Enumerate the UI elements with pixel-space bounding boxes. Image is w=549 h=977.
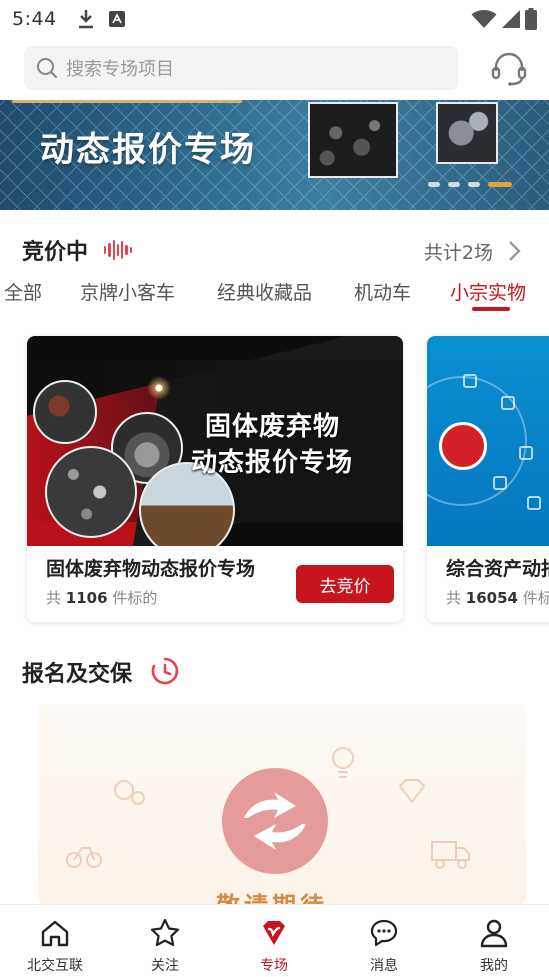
banner-dot[interactable] — [428, 182, 440, 187]
card-cover-image — [427, 336, 549, 546]
nav-follow[interactable]: 关注 — [110, 905, 220, 977]
banner-pagination — [428, 182, 512, 187]
exchange-logo-large — [222, 768, 328, 874]
app-screen: 5:44 搜索专场项目 动态报价专场 竞价中 共计2场 全部 京牌小客车 经典收… — [0, 0, 549, 977]
banner-dot-active[interactable] — [488, 182, 512, 187]
nav-messages-label: 消息 — [370, 958, 398, 974]
signup-header: 报名及交保 — [0, 654, 549, 690]
chevron-right-icon[interactable] — [507, 240, 521, 262]
cover-photo-circle — [45, 446, 137, 538]
asset-icon — [527, 496, 541, 510]
asset-icon — [493, 476, 507, 490]
message-icon — [370, 919, 398, 947]
nav-messages[interactable]: 消息 — [329, 905, 439, 977]
count-suffix: 件标的 — [522, 589, 549, 607]
category-tabs: 全部 京牌小客车 经典收藏品 机动车 小宗实物 — [0, 274, 549, 318]
headset-icon — [491, 52, 527, 86]
user-icon — [480, 919, 508, 948]
tab-collectibles[interactable]: 经典收藏品 — [217, 278, 312, 305]
card-title: 综合资产动拍 — [446, 558, 549, 580]
banner-title: 动态报价专场 — [40, 130, 256, 170]
count-value: 1106 — [65, 589, 108, 607]
status-time: 5:44 — [12, 8, 57, 30]
signup-title: 报名及交保 — [22, 662, 133, 687]
search-icon — [37, 58, 58, 79]
coming-soon-text: 敬请期待 — [216, 886, 328, 904]
home-icon — [41, 920, 69, 947]
search-placeholder: 搜索专场项目 — [66, 59, 174, 80]
nav-home[interactable]: 北交互联 — [0, 905, 110, 977]
bidding-title: 竞价中 — [22, 240, 89, 265]
clock-icon — [151, 657, 179, 685]
status-left-icons — [77, 9, 125, 29]
count-value: 16054 — [465, 589, 518, 607]
app-notification-icon — [108, 11, 125, 27]
nav-home-label: 北交互联 — [27, 958, 83, 974]
search-input[interactable]: 搜索专场项目 — [24, 46, 458, 90]
banner-coal-image — [308, 102, 398, 178]
tab-all[interactable]: 全部 — [4, 278, 42, 305]
star-icon — [150, 918, 180, 947]
live-wave-icon — [104, 239, 132, 261]
asset-icon — [519, 446, 533, 460]
bottom-navigation: 北交互联 关注 专场 消息 我的 — [0, 904, 549, 977]
banner-ore-image — [436, 102, 498, 164]
cover-photo-circle — [33, 380, 97, 444]
search-row: 搜索专场项目 — [0, 46, 549, 92]
banner-dot[interactable] — [448, 182, 460, 187]
promo-banner[interactable]: 动态报价专场 — [0, 100, 549, 210]
card-cover-image: 固体废弃物 动态报价专场 — [27, 336, 403, 546]
banner-dot[interactable] — [468, 182, 480, 187]
nav-follow-label: 关注 — [151, 958, 179, 974]
truck-icon — [431, 841, 470, 869]
nav-special-label: 专场 — [260, 958, 288, 974]
status-bar: 5:44 — [0, 0, 549, 38]
signal-icon — [502, 10, 520, 28]
count-prefix: 共 — [446, 589, 462, 607]
tab-beijing-car-plate[interactable]: 京牌小客车 — [80, 278, 175, 305]
download-icon — [78, 10, 93, 29]
card-item-count: 共 1106 件标的 — [46, 587, 157, 608]
bicycle-icon — [66, 847, 102, 868]
battery-icon — [525, 8, 537, 30]
count-suffix: 件标的 — [112, 589, 158, 607]
asset-icon — [501, 396, 515, 410]
status-right-icons — [471, 8, 537, 30]
count-prefix: 共 — [46, 589, 62, 607]
card-title: 固体废弃物动态报价专场 — [46, 558, 256, 580]
auction-card[interactable]: 综合资产动拍 共 16054 件标的 — [427, 336, 549, 622]
special-v-icon — [263, 921, 285, 945]
nav-profile-label: 我的 — [480, 958, 508, 974]
customer-service-button[interactable] — [489, 48, 529, 88]
cover-title-line2: 动态报价专场 — [191, 448, 354, 478]
beijing-exchange-logo — [439, 422, 487, 470]
auction-card[interactable]: 固体废弃物 动态报价专场 固体废弃物动态报价专场 共 1106 件标的 去竞价 — [27, 336, 403, 622]
active-tab-indicator — [472, 307, 510, 311]
tab-small-goods[interactable]: 小宗实物 — [450, 278, 526, 305]
nav-profile[interactable]: 我的 — [439, 905, 549, 977]
wifi-icon — [471, 10, 497, 28]
bidding-header: 竞价中 共计2场 — [0, 230, 549, 270]
go-bid-button[interactable]: 去竞价 — [296, 565, 394, 603]
card-item-count: 共 16054 件标的 — [446, 587, 549, 608]
bulb-icon — [332, 747, 354, 778]
cover-title-line1: 固体废弃物 — [205, 412, 341, 442]
diamond-icon — [398, 779, 426, 804]
asset-icon — [463, 374, 477, 388]
exchange-arrows-icon — [244, 792, 306, 850]
bidding-count-link[interactable]: 共计2场 — [424, 238, 493, 265]
cover-light-glow — [147, 376, 171, 400]
tab-motor-vehicles[interactable]: 机动车 — [354, 278, 411, 305]
coming-soon-panel: 敬请期待 — [38, 704, 526, 904]
nav-special[interactable]: 专场 — [219, 905, 329, 977]
gears-icon — [114, 780, 145, 805]
banner-gold-line — [12, 100, 242, 103]
